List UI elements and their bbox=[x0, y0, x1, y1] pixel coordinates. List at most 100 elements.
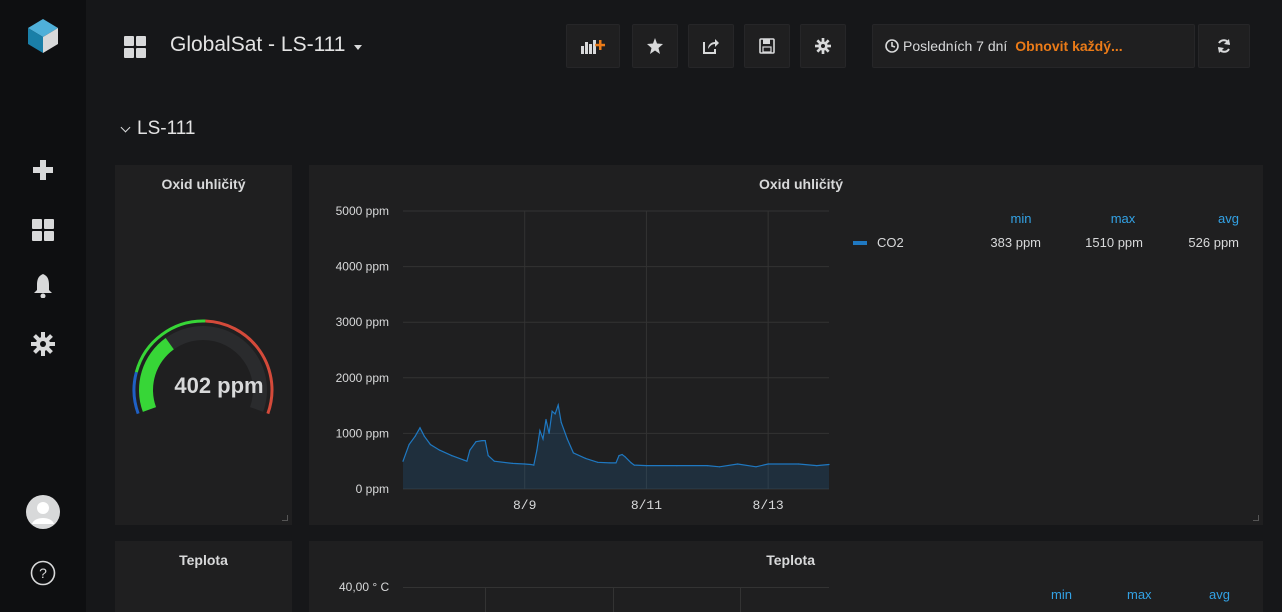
panel-title[interactable]: Teplota bbox=[115, 552, 292, 568]
data-point bbox=[469, 449, 471, 451]
data-point bbox=[621, 453, 623, 456]
data-point bbox=[539, 430, 541, 432]
legend-avg-header[interactable]: avg bbox=[1209, 587, 1230, 602]
legend-min-header[interactable]: min bbox=[1051, 587, 1072, 602]
data-point bbox=[645, 465, 647, 467]
legend-min-header[interactable]: min bbox=[1001, 211, 1041, 226]
data-point bbox=[402, 460, 404, 462]
data-point bbox=[419, 427, 421, 429]
legend-avg-header[interactable]: avg bbox=[1199, 211, 1239, 226]
x-tick-label: 8/9 bbox=[513, 498, 536, 513]
plus-icon[interactable] bbox=[0, 152, 86, 188]
save-button[interactable] bbox=[744, 24, 790, 68]
share-icon bbox=[703, 39, 719, 54]
settings-button[interactable] bbox=[800, 24, 846, 68]
data-point bbox=[566, 438, 568, 440]
data-point bbox=[828, 463, 830, 466]
dashboards-icon[interactable] bbox=[0, 212, 86, 248]
star-icon bbox=[647, 38, 663, 54]
data-point bbox=[533, 464, 535, 466]
star-button[interactable] bbox=[632, 24, 678, 68]
legend-series[interactable]: CO2 bbox=[853, 235, 904, 250]
data-point bbox=[597, 461, 599, 463]
bell-icon[interactable] bbox=[0, 268, 86, 304]
data-point bbox=[718, 466, 721, 468]
data-point bbox=[530, 463, 532, 466]
legend-max-header[interactable]: max bbox=[1103, 211, 1143, 226]
data-point bbox=[798, 463, 800, 465]
gridline bbox=[485, 587, 486, 612]
data-point bbox=[408, 443, 410, 446]
clock-icon bbox=[885, 39, 899, 53]
data-point bbox=[585, 457, 587, 459]
y-tick-label: 0 ppm bbox=[356, 482, 389, 496]
refresh-interval-label: Obnovit každý... bbox=[1015, 38, 1123, 54]
row-header[interactable]: LS-111 bbox=[120, 118, 196, 140]
data-point bbox=[466, 460, 468, 462]
y-tick-label: 2000 ppm bbox=[336, 371, 389, 385]
data-point bbox=[451, 455, 453, 457]
gridline bbox=[403, 587, 829, 588]
svg-text:?: ? bbox=[39, 565, 47, 581]
y-tick-label: 1000 ppm bbox=[336, 426, 389, 440]
dashboard-title-picker[interactable]: GlobalSat - LS-111 bbox=[170, 33, 362, 57]
avatar[interactable] bbox=[0, 492, 86, 532]
grafana-logo-icon[interactable] bbox=[0, 16, 86, 56]
data-point bbox=[524, 463, 526, 465]
data-point bbox=[545, 418, 547, 421]
y-tick-label: 5000 ppm bbox=[336, 204, 389, 218]
share-button[interactable] bbox=[688, 24, 734, 68]
cog-icon bbox=[815, 38, 831, 54]
data-point bbox=[737, 463, 739, 465]
legend-min-value: 383 ppm bbox=[990, 235, 1041, 250]
series-area-CO2 bbox=[403, 405, 829, 489]
resize-handle[interactable] bbox=[1253, 515, 1259, 521]
save-icon bbox=[759, 38, 775, 54]
row-title: LS-111 bbox=[137, 118, 196, 139]
data-point bbox=[423, 435, 425, 437]
data-point bbox=[624, 456, 626, 458]
caret-down-icon bbox=[353, 44, 362, 50]
data-point bbox=[633, 464, 635, 466]
panel-title[interactable]: Teplota bbox=[309, 552, 815, 568]
x-tick-label: 8/13 bbox=[753, 498, 784, 513]
data-point bbox=[816, 465, 818, 467]
help-icon[interactable]: ? bbox=[0, 555, 86, 591]
data-point bbox=[630, 462, 632, 464]
gauge-threshold-low bbox=[132, 371, 140, 415]
data-point bbox=[706, 465, 708, 467]
resize-handle[interactable] bbox=[282, 515, 288, 521]
data-point bbox=[615, 462, 617, 464]
temp-gauge-panel: Teplota bbox=[115, 541, 292, 612]
time-picker-button[interactable]: Posledních 7 dní Obnovit každý... bbox=[872, 24, 1195, 68]
x-tick-label: 8/11 bbox=[631, 498, 662, 513]
data-point bbox=[548, 432, 550, 434]
refresh-button[interactable] bbox=[1198, 24, 1250, 68]
data-point bbox=[493, 460, 495, 462]
data-point bbox=[572, 452, 574, 454]
co2-gauge: 402 ppm bbox=[132, 319, 274, 415]
add-panel-button[interactable] bbox=[566, 24, 620, 68]
y-axis-tick: 40,00 ° C bbox=[339, 580, 390, 594]
series-color-swatch[interactable] bbox=[853, 240, 867, 245]
data-point bbox=[438, 449, 441, 451]
gauge-value-bar bbox=[139, 338, 174, 412]
legend-avg-value: 526 ppm bbox=[1188, 235, 1239, 250]
series-line-CO2[interactable] bbox=[402, 402, 830, 468]
data-point bbox=[429, 443, 431, 446]
refresh-icon bbox=[1218, 39, 1230, 53]
data-point bbox=[755, 466, 757, 468]
data-point bbox=[414, 435, 416, 437]
data-point bbox=[676, 465, 678, 467]
graph-panel: Oxid uhličitý 0 ppm 1000 ppm 2000 ppm 3000 … bbox=[309, 165, 1263, 525]
data-point bbox=[560, 421, 562, 423]
co2-graph[interactable]: 0 ppm 1000 ppm 2000 ppm 3000 ppm 4000 ppm 500… bbox=[309, 165, 849, 525]
y-tick-label: 3000 ppm bbox=[336, 315, 389, 329]
data-point bbox=[536, 449, 538, 451]
data-point bbox=[475, 441, 477, 443]
legend-max-value: 1510 ppm bbox=[1085, 235, 1143, 250]
gear-icon[interactable] bbox=[0, 326, 86, 362]
chevron-down-icon bbox=[120, 122, 131, 132]
legend-max-header[interactable]: max bbox=[1127, 587, 1152, 602]
y-tick-label: 4000 ppm bbox=[336, 260, 389, 274]
